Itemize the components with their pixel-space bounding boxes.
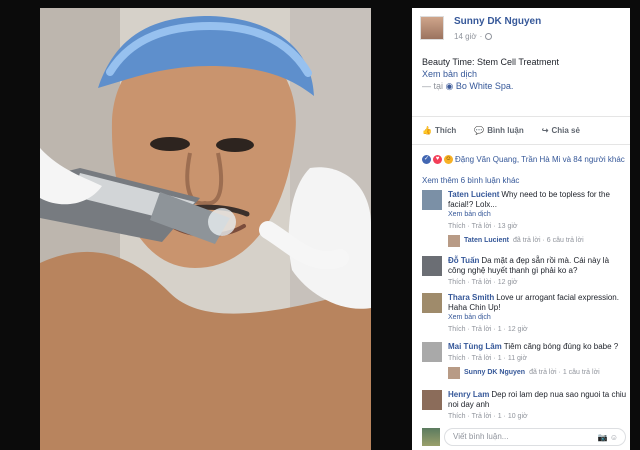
reply-summary[interactable]: Sunny DK Nguyen đã trả lời · 1 câu trả l…: [448, 367, 627, 379]
comment-body: Henry Lam Dep roi lam dep nua sao nguoi t…: [448, 390, 627, 422]
comment-meta: Thích · Trả lời · 13 giờ: [448, 223, 518, 230]
commenter-avatar[interactable]: [422, 342, 442, 362]
commenter-name[interactable]: Taten Lucient: [448, 190, 499, 199]
reply-avatar: [448, 367, 460, 379]
comment-body: Thara Smith Love ur arrogant facial expre…: [448, 293, 627, 335]
post-text: Beauty Time: Stem Cell Treatment: [422, 57, 560, 67]
post-meta: 14 giờ ·: [454, 32, 493, 41]
reply-avatar: [448, 235, 460, 247]
comment-item: Thara Smith Love ur arrogant facial expre…: [422, 293, 627, 335]
share-label: Chia sẻ: [551, 125, 580, 135]
emoji-icon[interactable]: ☺: [610, 433, 618, 442]
post-location: — tại ◉ Bo White Spa.: [422, 80, 622, 92]
globe-icon: [485, 33, 493, 40]
comment-body: Mai Tùng Lâm Tiêm căng bóng đúng ko babe …: [448, 342, 627, 364]
reply-name[interactable]: Sunny DK Nguyen: [464, 368, 525, 378]
post-actions: 👍 Thích 💬 Bình luận ↪ Chia sẻ: [422, 122, 580, 138]
post-divider: [412, 116, 630, 117]
commenter-name[interactable]: Đỗ Tuấn: [448, 256, 479, 265]
commenter-name[interactable]: Mai Tùng Lâm: [448, 342, 502, 351]
comment-meta: Thích · Trả lời · 1 · 11 giờ: [448, 355, 528, 362]
commenter-name[interactable]: Thara Smith: [448, 293, 494, 302]
location-prefix: — tại: [422, 81, 444, 91]
comment-composer: Viết bình luận... 📷 ☺: [422, 428, 626, 448]
comment-item: Mai Tùng Lâm Tiêm căng bóng đúng ko babe …: [422, 342, 627, 379]
comment-item: Henry Lam Dep roi lam dep nua sao nguoi t…: [422, 390, 627, 422]
post-content: Beauty Time: Stem Cell Treatment Xem bản…: [422, 56, 622, 92]
reply-name[interactable]: Taten Lucient: [464, 236, 509, 246]
love-reaction-icon: ♥: [433, 154, 442, 164]
like-reaction-icon: ✓: [422, 154, 431, 164]
comment-translate-link[interactable]: Xem bản dịch: [448, 313, 627, 323]
composer-icons: 📷 ☺: [598, 433, 618, 442]
camera-icon[interactable]: 📷: [598, 433, 608, 442]
comment-meta: Thích · Trả lời · 12 giờ: [448, 279, 518, 286]
comment-body: Taten Lucient Why need to be topless for …: [448, 190, 627, 232]
speech-bubble-icon: 💬: [474, 125, 485, 135]
author-name[interactable]: Sunny DK Nguyen: [454, 16, 541, 27]
post-header: Sunny DK Nguyen 14 giờ ·: [420, 16, 625, 50]
reply-text: đã trả lời · 6 câu trả lời: [512, 237, 584, 244]
facebook-photo-viewer: Sunny DK Nguyen 14 giờ · Beauty Time: St…: [0, 0, 640, 450]
comment-body: Đỗ Tuấn Da mặt a đẹp sẵn rồi mà. Cái này …: [448, 256, 627, 288]
current-user-avatar: [422, 428, 440, 446]
comment-placeholder: Viết bình luận...: [453, 432, 509, 441]
view-more-comments-link[interactable]: Xem thêm 6 bình luận khác: [422, 176, 519, 185]
author-avatar[interactable]: [420, 16, 444, 40]
meta-separator: ·: [479, 32, 483, 41]
comment-translate-link[interactable]: Xem bản dịch: [448, 210, 627, 220]
reply-text: đã trả lời · 1 câu trả lời: [529, 369, 600, 376]
comment-panel: Sunny DK Nguyen 14 giờ · Beauty Time: St…: [412, 8, 630, 450]
thumbs-up-icon: 👍: [422, 125, 432, 135]
commenter-avatar[interactable]: [422, 256, 442, 276]
post-translate-link[interactable]: Xem bản dịch: [422, 68, 622, 80]
facial-treatment-photo: [40, 8, 371, 450]
reaction-summary[interactable]: ✓ ♥ ☺ Đặng Văn Quang, Trần Hà Mi và 84 n…: [422, 153, 625, 165]
commenter-avatar[interactable]: [422, 390, 442, 410]
commenter-avatar[interactable]: [422, 293, 442, 313]
comment-text: Tiêm căng bóng đúng ko babe ?: [503, 342, 619, 351]
comment-item: Đỗ Tuấn Da mặt a đẹp sẵn rồi mà. Cái này …: [422, 256, 627, 288]
actions-divider: [412, 144, 630, 145]
share-button[interactable]: ↪ Chia sẻ: [542, 122, 580, 138]
like-label: Thích: [434, 125, 457, 135]
location-pin-icon: ◉: [445, 81, 454, 91]
reaction-names: Đặng Văn Quang, Trần Hà Mi và 84 người k…: [455, 154, 625, 164]
comment-meta: Thích · Trả lời · 1 · 12 giờ: [448, 326, 528, 333]
commenter-avatar[interactable]: [422, 190, 442, 210]
comment-item: Taten Lucient Why need to be topless for …: [422, 190, 627, 247]
comment-button[interactable]: 💬 Bình luận: [474, 122, 523, 138]
commenter-name[interactable]: Henry Lam: [448, 390, 489, 399]
share-icon: ↪: [541, 125, 549, 135]
post-photo[interactable]: [40, 8, 371, 450]
post-time[interactable]: 14 giờ: [454, 32, 477, 41]
location-link[interactable]: Bo White Spa.: [456, 81, 514, 91]
reply-summary[interactable]: Taten Lucient đã trả lời · 6 câu trả lời: [448, 235, 627, 247]
haha-reaction-icon: ☺: [444, 154, 453, 164]
comment-input[interactable]: Viết bình luận... 📷 ☺: [444, 428, 626, 446]
comment-meta: Thích · Trả lời · 1 · 10 giờ: [448, 413, 528, 420]
like-button[interactable]: 👍 Thích: [422, 122, 456, 138]
comment-label: Bình luận: [487, 125, 524, 135]
